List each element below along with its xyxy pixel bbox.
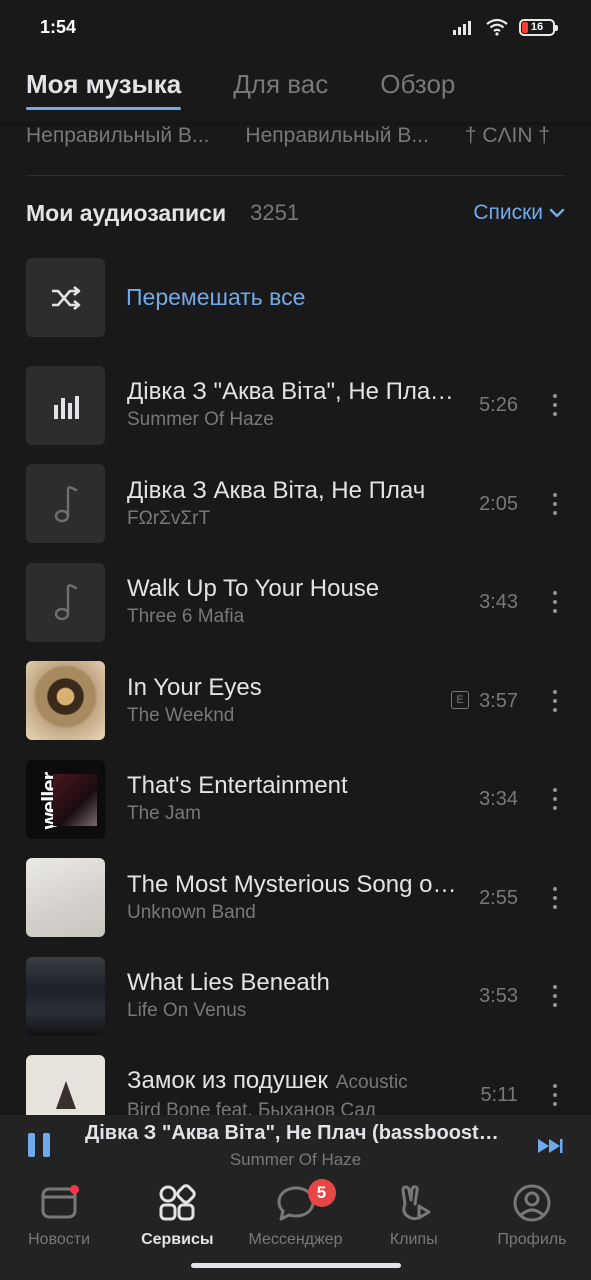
playlist-item[interactable]: † CΛIN † — [465, 124, 550, 156]
music-note-icon — [54, 485, 77, 522]
track-duration: 3:43 — [479, 591, 518, 613]
music-note-icon — [54, 584, 77, 621]
track-artist: The Weeknd — [127, 704, 235, 726]
nav-news[interactable]: Новости — [0, 1175, 118, 1280]
track-artist: Summer Of Haze — [127, 409, 274, 431]
tab-for-you[interactable]: Для вас — [233, 62, 328, 110]
shuffle-thumb — [26, 258, 105, 337]
track-thumb — [26, 365, 105, 445]
divider — [26, 175, 565, 176]
nav-label: Сервисы — [141, 1231, 214, 1248]
track-row[interactable]: Дівка З "Аква Віта", Не Плач (bassbooste… — [0, 356, 591, 455]
explicit-badge-icon: E — [451, 690, 469, 709]
track-duration: 5:11 — [480, 1083, 518, 1106]
more-options-icon[interactable] — [549, 885, 561, 911]
track-title: Замок из подушек — [127, 1066, 328, 1094]
shuffle-all-button[interactable]: Перемешать все — [26, 258, 565, 337]
track-subtitle: Acoustic — [335, 1071, 408, 1093]
track-thumb — [26, 464, 105, 544]
shuffle-label: Перемешать все — [126, 284, 306, 310]
my-audio-header: Мои аудиозаписи 3251 Списки — [26, 196, 565, 230]
status-time: 1:54 — [40, 16, 77, 37]
track-artist: Three 6 Mafia — [127, 606, 245, 628]
more-options-icon[interactable] — [549, 589, 561, 615]
track-artist: Bird Bone feat. Быханов Сад — [127, 1099, 376, 1116]
nav-label: Мессенджер — [248, 1231, 343, 1248]
track-title: In Your Eyes — [127, 673, 262, 701]
lists-dropdown-button[interactable]: Списки — [473, 201, 565, 225]
signal-icon — [453, 21, 471, 35]
track-list: Дівка З "Аква Віта", Не Плач (bassbooste… — [0, 356, 591, 1116]
bottom-nav: Новости Сервисы 5 Мессенджер Клипы Профи… — [0, 1175, 591, 1280]
playing-bars-icon — [53, 396, 79, 420]
chevron-down-icon — [549, 208, 565, 218]
more-options-icon[interactable] — [549, 786, 561, 812]
track-row[interactable]: Walk Up To Your House Three 6 Mafia 3:43 — [0, 553, 591, 652]
track-duration: 5:26 — [479, 394, 518, 416]
status-bar: 1:54 16 — [0, 0, 591, 54]
track-row[interactable]: What Lies Beneath Life On Venus 3:53 — [0, 947, 591, 1046]
track-title: The Most Mysterious Song on the Internet — [127, 870, 463, 898]
wifi-icon — [486, 18, 508, 36]
more-options-icon[interactable] — [549, 1082, 561, 1108]
track-artist: The Jam — [127, 803, 201, 825]
track-row[interactable]: Дівка З Аква Віта, Не Плач FΩrΣvΣrT 2:05 — [0, 455, 591, 554]
mini-player[interactable]: Дівка З "Аква Віта", Не Плач (bassbooste… — [0, 1115, 591, 1175]
next-track-icon[interactable] — [537, 1137, 563, 1155]
track-title-line: Замок из подушек Acoustic — [127, 1066, 463, 1098]
now-playing-title: Дівка З "Аква Віта", Не Плач (bassbooste… — [85, 1122, 505, 1144]
nav-label: Профиль — [497, 1231, 567, 1248]
album-cover — [26, 661, 105, 741]
section-title: Мои аудиозаписи — [26, 199, 227, 226]
lists-label: Списки — [473, 201, 543, 224]
track-artist: FΩrΣvΣrT — [127, 507, 211, 529]
more-options-icon[interactable] — [549, 983, 561, 1009]
tab-browse[interactable]: Обзор — [380, 62, 455, 110]
shuffle-icon — [51, 285, 80, 310]
battery-level: 16 — [530, 21, 544, 33]
track-duration: 3:34 — [479, 788, 518, 810]
track-duration: 3:57 — [479, 689, 518, 712]
album-cover — [26, 956, 105, 1036]
track-artist: Unknown Band — [127, 901, 256, 923]
track-row[interactable]: The Most Mysterious Song on the Internet… — [0, 849, 591, 948]
nav-label: Клипы — [389, 1231, 438, 1248]
track-title: Дівка З "Аква Віта", Не Плач (bassbooste… — [127, 378, 463, 406]
more-options-icon[interactable] — [549, 491, 561, 517]
album-cover — [26, 1055, 105, 1116]
track-artist: Life On Venus — [127, 1000, 247, 1022]
music-tabs: Моя музыка Для вас Обзор — [0, 62, 591, 118]
services-icon — [159, 1184, 197, 1221]
album-cover — [26, 858, 105, 938]
playlist-item[interactable]: Неправильный В... — [245, 124, 428, 156]
now-playing-artist: Summer Of Haze — [229, 1150, 362, 1169]
nav-profile[interactable]: Профиль — [473, 1175, 591, 1280]
more-options-icon[interactable] — [549, 392, 561, 418]
more-options-icon[interactable] — [549, 688, 561, 714]
track-count: 3251 — [250, 200, 300, 225]
home-indicator[interactable] — [190, 1263, 401, 1268]
tab-my-music[interactable]: Моя музыка — [26, 62, 182, 110]
status-icons: 16 — [453, 18, 558, 36]
track-thumb — [26, 562, 105, 642]
track-title: Walk Up To Your House — [127, 575, 380, 603]
battery-icon: 16 — [519, 18, 558, 36]
clips-icon — [401, 1185, 431, 1221]
playlist-item[interactable]: Неправильный В... — [26, 124, 209, 156]
track-title: What Lies Beneath — [127, 969, 330, 997]
track-title: That's Entertainment — [127, 772, 348, 800]
track-row[interactable]: Замок из подушек Acoustic Bird Bone feat.… — [0, 1046, 591, 1116]
nav-label: Новости — [28, 1231, 91, 1248]
album-cover: weller — [26, 759, 105, 839]
unread-badge: 5 — [307, 1179, 336, 1207]
playlists-strip: Неправильный В... Неправильный В... † CΛ… — [26, 124, 591, 156]
track-duration: 2:05 — [479, 492, 518, 515]
track-row[interactable]: weller That's Entertainment The Jam 3:34 — [0, 750, 591, 849]
track-title: Дівка З Аква Віта, Не Плач — [127, 476, 426, 504]
track-duration: 3:53 — [479, 985, 518, 1007]
profile-icon — [513, 1184, 551, 1222]
track-row[interactable]: In Your Eyes The Weeknd E 3:57 — [0, 652, 591, 751]
track-duration: 2:55 — [479, 886, 518, 909]
